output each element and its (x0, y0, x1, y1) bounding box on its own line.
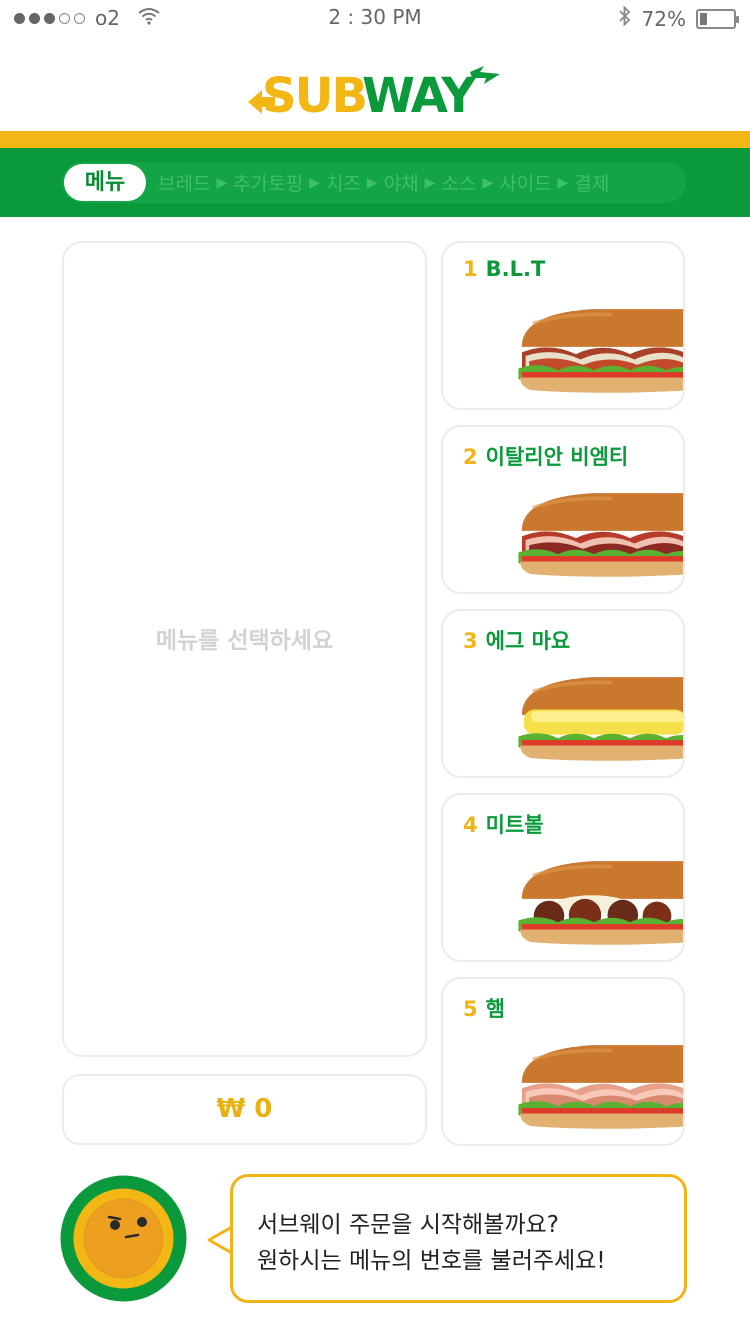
step-arrow-icon: ▶ (216, 174, 228, 191)
selection-placeholder: 메뉴를 선택하세요 (155, 628, 334, 654)
assistant-line-1: 서브웨이 주문을 시작해볼까요? (257, 1212, 559, 1238)
sandwich-image (513, 475, 683, 585)
menu-name: 에그 마요 (485, 629, 571, 653)
step-5[interactable]: 소스 (441, 169, 476, 196)
step-1[interactable]: 브레드 (158, 169, 210, 196)
sandwich-image (513, 1027, 683, 1137)
brand-stripe (0, 131, 750, 148)
total-price: ₩ 0 (62, 1074, 427, 1145)
battery-percent: 72% (641, 6, 686, 31)
subway-logo: SUB WAY (0, 62, 750, 124)
step-arrow-icon: ▶ (557, 174, 569, 191)
order-steps-bar: 메뉴 브레드 ▶ 추가토핑 ▶ 치즈 ▶ 야채 ▶ 소스 ▶ 사이드 ▶ 결제 (0, 148, 750, 217)
sandwich-image (513, 843, 683, 953)
step-2[interactable]: 추가토핑 (233, 169, 303, 196)
step-4[interactable]: 야채 (384, 169, 419, 196)
logo-text-green: WAY (362, 68, 477, 122)
menu-card-title: 2 이탈리안 비엠티 (463, 441, 628, 471)
menu-number: 4 (463, 813, 478, 837)
menu-card-title: 1 B.L.T (463, 257, 545, 281)
selection-panel: 메뉴를 선택하세요 (62, 241, 427, 1057)
assistant-speech-bubble: 서브웨이 주문을 시작해볼까요? 원하시는 메뉴의 번호를 불러주세요! (230, 1174, 687, 1303)
mascot-avatar (60, 1175, 187, 1302)
menu-card-1[interactable]: 1 B.L.T (441, 241, 685, 410)
menu-name: B.L.T (485, 257, 546, 281)
menu-card-title: 3 에그 마요 (463, 625, 570, 655)
menu-card-3[interactable]: 3 에그 마요 (441, 609, 685, 778)
menu-number: 2 (463, 445, 478, 469)
menu-name: 이탈리안 비엠티 (485, 445, 629, 469)
menu-number: 3 (463, 629, 478, 653)
status-bar: o2 2 : 30 PM 72% (0, 0, 750, 36)
menu-name: 미트볼 (485, 813, 544, 837)
menu-number: 1 (463, 257, 478, 281)
order-steps: 브레드 ▶ 추가토핑 ▶ 치즈 ▶ 야채 ▶ 소스 ▶ 사이드 ▶ 결제 (158, 162, 609, 203)
menu-name: 햄 (485, 997, 505, 1021)
menu-number: 5 (463, 997, 478, 1021)
menu-card-title: 4 미트볼 (463, 809, 544, 839)
step-arrow-icon: ▶ (424, 174, 436, 191)
battery-icon (696, 8, 739, 29)
order-steps-track: 메뉴 브레드 ▶ 추가토핑 ▶ 치즈 ▶ 야채 ▶ 소스 ▶ 사이드 ▶ 결제 (62, 162, 686, 203)
menu-card-title: 5햄 (463, 993, 505, 1023)
menu-card-2[interactable]: 2 이탈리안 비엠티 (441, 425, 685, 594)
menu-card-4[interactable]: 4 미트볼 (441, 793, 685, 962)
step-menu-active[interactable]: 메뉴 (64, 164, 146, 201)
step-arrow-icon: ▶ (482, 174, 494, 191)
step-7[interactable]: 결제 (574, 169, 609, 196)
bluetooth-icon (618, 5, 632, 32)
step-arrow-icon: ▶ (309, 174, 320, 191)
logo-text-yellow: SUB (262, 68, 366, 122)
step-3[interactable]: 치즈 (326, 169, 361, 196)
sandwich-image (513, 659, 683, 769)
sandwich-image (513, 291, 683, 401)
assistant-line-2: 원하시는 메뉴의 번호를 불러주세요! (257, 1248, 606, 1274)
step-arrow-icon: ▶ (366, 174, 378, 191)
step-6[interactable]: 사이드 (499, 169, 551, 196)
menu-card-5[interactable]: 5햄 (441, 977, 685, 1146)
